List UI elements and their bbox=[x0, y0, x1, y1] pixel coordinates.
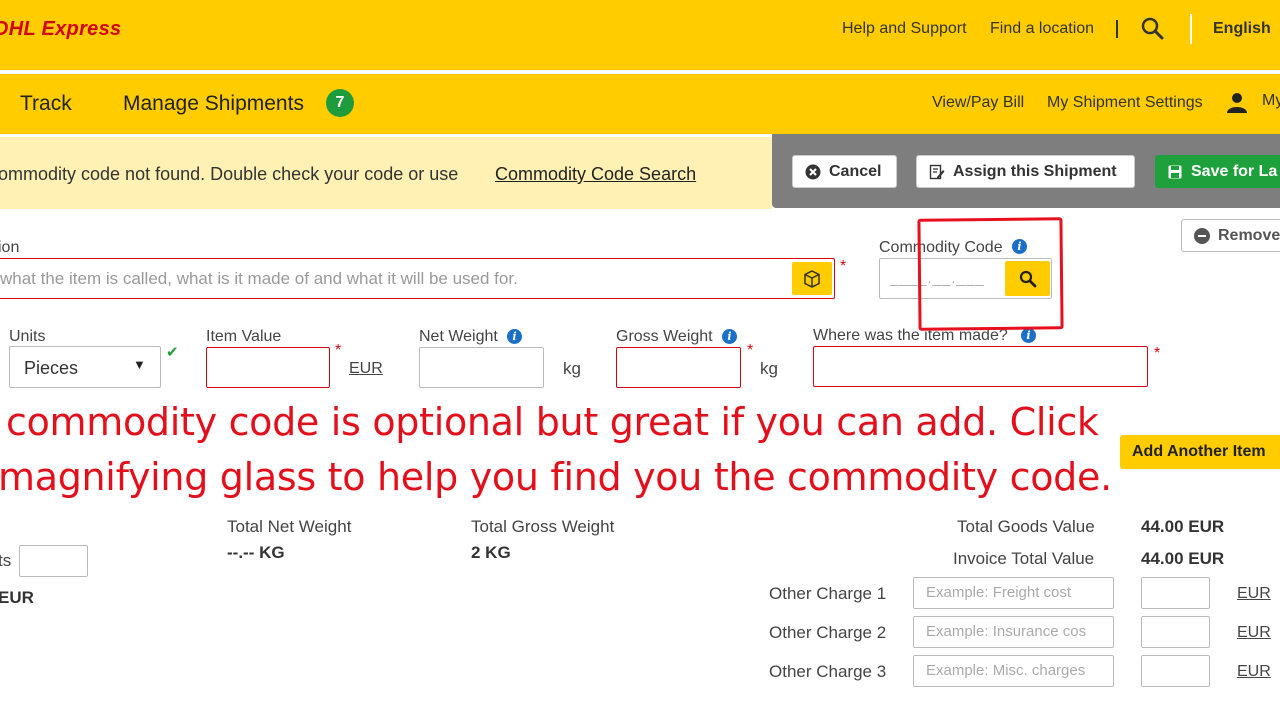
other-charge-1-placeholder: Example: Freight cost bbox=[926, 584, 1072, 601]
annotation-line-2: magnifying glass to help you find you th… bbox=[0, 455, 1112, 499]
total-gross-weight-label: Total Gross Weight bbox=[471, 517, 615, 536]
box-icon bbox=[804, 269, 820, 288]
language-selector[interactable]: English bbox=[1213, 20, 1271, 38]
item-value-label: Item Value bbox=[206, 328, 282, 345]
total-units-input[interactable] bbox=[19, 545, 88, 577]
origin-input[interactable] bbox=[813, 346, 1148, 387]
assign-label: Assign this Shipment bbox=[953, 162, 1117, 180]
nav-view-pay-bill[interactable]: View/Pay Bill bbox=[932, 94, 1024, 112]
save-icon bbox=[1167, 164, 1183, 180]
edit-document-icon bbox=[929, 164, 945, 180]
units-value: Pieces bbox=[24, 358, 79, 378]
item-value-currency[interactable]: EUR bbox=[349, 360, 383, 378]
description-placeholder: what the item is called, what is it made… bbox=[0, 269, 518, 288]
total-goods-value: 44.00 EUR bbox=[1141, 517, 1225, 536]
user-icon[interactable] bbox=[1226, 92, 1248, 119]
remove-item-button[interactable]: Remove bbox=[1181, 219, 1280, 252]
origin-info-icon[interactable]: i bbox=[1021, 328, 1036, 343]
total-net-weight-label: Total Net Weight bbox=[227, 517, 352, 536]
gross-weight-label: Gross Weight bbox=[616, 328, 713, 345]
description-label: ion bbox=[0, 239, 20, 256]
nav-my-account[interactable]: My bbox=[1262, 92, 1280, 110]
net-weight-info-icon[interactable]: i bbox=[507, 329, 522, 344]
other-charge-2-label: Other Charge 2 bbox=[769, 623, 887, 642]
gross-weight-unit: kg bbox=[760, 359, 778, 378]
highlight-box bbox=[917, 217, 1064, 331]
add-another-item-button[interactable]: Add Another Item bbox=[1120, 435, 1280, 469]
commodity-code-search-link[interactable]: Commodity Code Search bbox=[495, 164, 696, 185]
net-weight-label: Net Weight bbox=[419, 328, 498, 345]
remove-label: Remove bbox=[1218, 226, 1280, 244]
other-charge-2-amount[interactable] bbox=[1141, 616, 1210, 648]
other-charge-1-label: Other Charge 1 bbox=[769, 584, 887, 603]
left-total-value: EUR bbox=[0, 588, 34, 607]
save-for-later-button[interactable]: Save for La bbox=[1155, 155, 1280, 188]
header-separator-light bbox=[1190, 14, 1192, 44]
required-star: * bbox=[747, 342, 754, 359]
minus-circle-icon bbox=[1194, 227, 1210, 244]
shipments-count-badge: 7 bbox=[326, 89, 354, 117]
total-gross-weight-value: 2 KG bbox=[471, 543, 511, 562]
units-label: Units bbox=[9, 328, 46, 345]
gross-weight-info-icon[interactable]: i bbox=[722, 329, 737, 344]
other-charge-3-amount[interactable] bbox=[1141, 655, 1210, 687]
other-charge-2-currency[interactable]: EUR bbox=[1237, 624, 1271, 642]
find-location-link[interactable]: Find a location bbox=[990, 20, 1094, 38]
checkmark-icon: ✔ bbox=[166, 344, 179, 361]
other-charge-2-placeholder: Example: Insurance cos bbox=[926, 623, 1087, 640]
other-charge-3-currency[interactable]: EUR bbox=[1237, 663, 1271, 681]
search-icon[interactable] bbox=[1140, 16, 1164, 45]
net-weight-input[interactable] bbox=[419, 347, 544, 388]
nav-manage-shipments[interactable]: Manage Shipments bbox=[123, 92, 304, 116]
total-units-label: ts bbox=[0, 551, 12, 570]
other-charge-3-label: Other Charge 3 bbox=[769, 662, 887, 681]
net-weight-unit: kg bbox=[563, 359, 581, 378]
invoice-total-value: 44.00 EUR bbox=[1141, 549, 1225, 568]
required-star: * bbox=[840, 258, 847, 275]
required-star: * bbox=[335, 342, 342, 359]
header-separator bbox=[1116, 20, 1118, 38]
item-value-input[interactable] bbox=[206, 347, 330, 388]
product-lookup-button[interactable] bbox=[792, 262, 832, 295]
invoice-total-label: Invoice Total Value bbox=[953, 549, 1095, 568]
cancel-label: Cancel bbox=[829, 162, 882, 180]
assign-shipment-button[interactable]: Assign this Shipment bbox=[916, 155, 1135, 188]
nav-shipment-settings[interactable]: My Shipment Settings bbox=[1047, 94, 1203, 112]
gross-weight-input[interactable] bbox=[616, 347, 741, 388]
required-star: * bbox=[1154, 345, 1161, 362]
help-and-support-link[interactable]: Help and Support bbox=[842, 20, 967, 38]
total-goods-value-label: Total Goods Value bbox=[957, 517, 1095, 536]
alert-message: ommodity code not found. Double check yo… bbox=[0, 164, 459, 184]
cancel-button[interactable]: Cancel bbox=[792, 155, 897, 188]
dhl-logo[interactable]: DHL Express bbox=[0, 18, 121, 41]
other-charge-1-currency[interactable]: EUR bbox=[1237, 585, 1271, 603]
other-charge-1-amount[interactable] bbox=[1141, 577, 1210, 609]
annotation-line-1: commodity code is optional but great if … bbox=[6, 400, 1099, 444]
save-label: Save for La bbox=[1191, 162, 1278, 180]
nav-track[interactable]: Track bbox=[20, 92, 72, 116]
other-charge-3-placeholder: Example: Misc. charges bbox=[926, 662, 1086, 679]
dropdown-arrow-icon: ▼ bbox=[133, 357, 146, 372]
close-circle-icon bbox=[805, 164, 821, 180]
total-net-weight-value: --.-- KG bbox=[227, 543, 285, 562]
